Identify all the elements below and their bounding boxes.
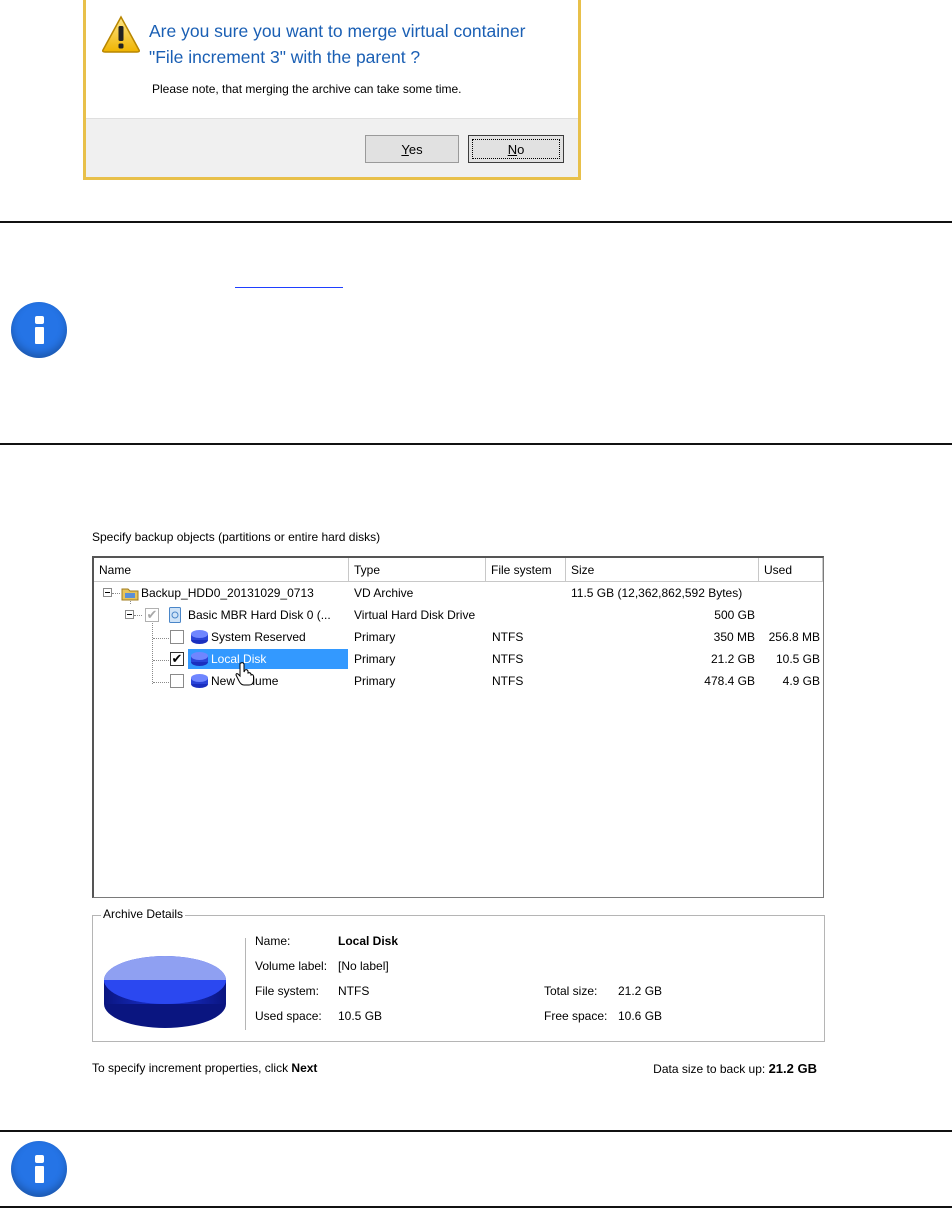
volume-label-label: Volume label: bbox=[255, 959, 328, 973]
row-file-system: NTFS bbox=[492, 630, 524, 644]
used-space-value: 10.5 GB bbox=[338, 1009, 383, 1023]
volume-label-value: [No label] bbox=[338, 959, 389, 973]
row-size: 350 MB bbox=[713, 630, 755, 644]
data-size-value: 21.2 GB bbox=[768, 1061, 817, 1076]
free-space-label: Free space: bbox=[544, 1009, 608, 1023]
separator bbox=[0, 1206, 952, 1208]
archive-details-legend: Archive Details bbox=[101, 907, 186, 921]
row-type: Primary bbox=[354, 674, 396, 688]
tree-row-disk[interactable]: ✔ Basic MBR Hard Disk 0 (... Virtual Har… bbox=[94, 604, 823, 626]
row-file-system: NTFS bbox=[492, 652, 524, 666]
dialog-question-line2: "File increment 3" with the parent ? bbox=[149, 47, 421, 67]
yes-button-label: Yes bbox=[401, 141, 423, 157]
file-system-value: NTFS bbox=[338, 984, 370, 998]
info-icon bbox=[11, 302, 67, 358]
row-name: Basic MBR Hard Disk 0 (... bbox=[188, 608, 331, 622]
backup-objects-caption: Specify backup objects (partitions or en… bbox=[92, 530, 381, 544]
row-size: 478.4 GB bbox=[704, 674, 755, 688]
tree-row-partition[interactable]: New Volume Primary NTFS 478.4 GB 4.9 GB bbox=[94, 670, 823, 692]
row-used: 10.5 GB bbox=[775, 652, 820, 666]
merge-confirm-dialog: Are you sure you want to merge virtual c… bbox=[83, 0, 581, 180]
row-type: Primary bbox=[354, 630, 396, 644]
row-size: 11.5 GB (12,362,862,592 Bytes) bbox=[571, 586, 743, 600]
disk-checkbox[interactable]: ✔ bbox=[145, 608, 159, 622]
total-size-label: Total size: bbox=[544, 984, 598, 998]
tree-row-partition-selected[interactable]: ✔ Local Disk Primary NTFS 21.2 GB 10.5 G… bbox=[94, 648, 823, 670]
tree-row-partition[interactable]: System Reserved Primary NTFS 350 MB 256.… bbox=[94, 626, 823, 648]
collapse-toggle[interactable] bbox=[125, 610, 134, 619]
partition-checkbox[interactable] bbox=[170, 630, 184, 644]
yes-button[interactable]: Yes bbox=[365, 135, 459, 163]
row-used: 4.9 GB bbox=[782, 674, 820, 688]
hand-cursor-icon bbox=[235, 662, 254, 686]
used-space-label: Used space: bbox=[255, 1009, 322, 1023]
archive-details-panel: Archive Details Name: Local Disk Volume … bbox=[92, 907, 825, 1042]
file-system-label: File system: bbox=[255, 984, 320, 998]
wizard-hint: To specify increment properties, click N… bbox=[92, 1061, 317, 1075]
volume-icon bbox=[191, 674, 208, 688]
dialog-question-line1: Are you sure you want to merge virtual c… bbox=[149, 21, 526, 41]
separator bbox=[0, 443, 952, 445]
partition-checkbox[interactable] bbox=[170, 674, 184, 688]
archive-folder-icon bbox=[121, 588, 139, 601]
row-name: Backup_HDD0_20131029_0713 bbox=[141, 586, 314, 600]
info-icon bbox=[11, 1141, 67, 1197]
column-header-type[interactable]: Type bbox=[349, 558, 486, 582]
separator bbox=[0, 1130, 952, 1132]
disk-usage-icon bbox=[104, 956, 226, 1028]
dialog-message-area: Are you sure you want to merge virtual c… bbox=[86, 0, 578, 118]
column-header-name[interactable]: Name bbox=[94, 558, 349, 582]
data-size-label: Data size to back up: bbox=[653, 1062, 769, 1076]
tree-row-archive[interactable]: Backup_HDD0_20131029_0713 VD Archive 11.… bbox=[94, 582, 823, 604]
dialog-button-bar: Yes No bbox=[86, 118, 578, 177]
backup-objects-tree[interactable]: Name Type File system Size Used Backup_H… bbox=[92, 556, 824, 898]
separator bbox=[0, 221, 952, 223]
column-header-file-system[interactable]: File system bbox=[486, 558, 566, 582]
data-size-summary: Data size to back up: 21.2 GB bbox=[653, 1061, 817, 1076]
row-type: VD Archive bbox=[354, 586, 414, 600]
total-size-value: 21.2 GB bbox=[618, 984, 663, 998]
hard-disk-icon bbox=[169, 607, 181, 623]
row-file-system: NTFS bbox=[492, 674, 524, 688]
column-header-size[interactable]: Size bbox=[566, 558, 759, 582]
collapse-toggle[interactable] bbox=[103, 588, 112, 597]
warning-icon bbox=[102, 15, 140, 53]
row-size: 500 GB bbox=[714, 608, 755, 622]
name-value: Local Disk bbox=[338, 934, 399, 948]
row-type: Virtual Hard Disk Drive bbox=[354, 608, 476, 622]
no-button[interactable]: No bbox=[468, 135, 564, 163]
no-button-label: No bbox=[507, 141, 525, 157]
free-space-value: 10.6 GB bbox=[618, 1009, 663, 1023]
row-size: 21.2 GB bbox=[710, 652, 755, 666]
column-header-used[interactable]: Used bbox=[759, 558, 823, 582]
hyperlink-underline[interactable] bbox=[235, 287, 343, 288]
hint-next: Next bbox=[291, 1061, 318, 1075]
volume-icon bbox=[191, 630, 208, 644]
row-used: 256.8 MB bbox=[768, 630, 820, 644]
dialog-note: Please note, that merging the archive ca… bbox=[152, 82, 462, 96]
volume-icon bbox=[191, 652, 208, 666]
hint-text: To specify increment properties, click bbox=[92, 1061, 292, 1075]
details-divider bbox=[245, 938, 246, 1030]
partition-checkbox-checked[interactable]: ✔ bbox=[170, 652, 184, 666]
row-type: Primary bbox=[354, 652, 396, 666]
row-name: System Reserved bbox=[211, 630, 306, 644]
name-label: Name: bbox=[255, 934, 291, 948]
